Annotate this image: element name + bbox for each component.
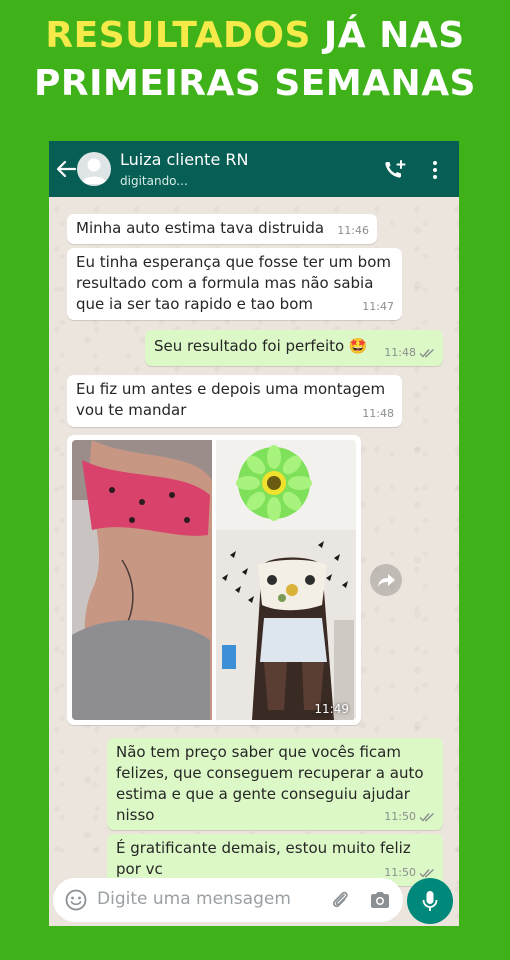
message-meta: 11:48 bbox=[384, 342, 435, 363]
message-bubble-incoming[interactable]: Eu fiz um antes e depois uma montagem vo… bbox=[67, 375, 402, 427]
before-after-photo[interactable] bbox=[72, 440, 356, 720]
message-text: Eu fiz um antes e depois uma montagem vo… bbox=[76, 380, 386, 419]
mic-icon bbox=[422, 891, 438, 911]
emoji-icon[interactable] bbox=[65, 889, 87, 911]
headline-accent: RESULTADOS bbox=[45, 15, 311, 56]
attach-icon[interactable] bbox=[329, 889, 351, 911]
forward-button[interactable] bbox=[370, 564, 402, 596]
headline-line-2: PRIMEIRAS SEMANAS bbox=[34, 63, 476, 104]
message-time: 11:47 bbox=[362, 300, 394, 313]
mic-button[interactable] bbox=[407, 878, 453, 924]
headline-line-1-rest: JÁ NAS bbox=[310, 15, 465, 56]
message-bubble-incoming[interactable]: Eu tinha esperança que fosse ter um bom … bbox=[67, 248, 402, 320]
forward-icon bbox=[378, 574, 395, 587]
message-meta: 11:50 bbox=[384, 806, 435, 827]
chat-header: Luiza cliente RN digitando... bbox=[49, 141, 459, 197]
chat-screenshot: Luiza cliente RN digitando... Minha auto… bbox=[49, 141, 459, 926]
message-meta: 11:48 bbox=[362, 403, 394, 424]
more-vert-icon[interactable] bbox=[429, 159, 441, 181]
add-call-icon[interactable] bbox=[383, 159, 407, 181]
message-time: 11:46 bbox=[337, 224, 369, 237]
promo-headline: RESULTADOS JÁ NAS PRIMEIRAS SEMANAS bbox=[0, 12, 510, 108]
back-arrow-icon[interactable] bbox=[55, 159, 77, 179]
camera-icon[interactable] bbox=[369, 889, 391, 911]
message-time: 11:50 bbox=[384, 810, 416, 823]
message-bubble-outgoing[interactable]: Não tem preço saber que vocês ficam feli… bbox=[107, 738, 443, 830]
message-meta: 11:47 bbox=[362, 296, 394, 317]
headline-line-1: RESULTADOS JÁ NAS bbox=[0, 12, 510, 60]
default-avatar-icon bbox=[81, 158, 107, 184]
message-input[interactable]: Digite uma mensagem bbox=[97, 889, 291, 909]
read-receipt-icon bbox=[419, 812, 434, 822]
contact-name[interactable]: Luiza cliente RN bbox=[120, 150, 248, 169]
message-bubble-incoming[interactable]: Minha auto estima tava distruida 11:46 bbox=[67, 214, 377, 244]
image-message[interactable]: 11:49 bbox=[67, 435, 361, 725]
message-time: 11:48 bbox=[362, 407, 394, 420]
message-time: 11:48 bbox=[384, 346, 416, 359]
message-text: Eu tinha esperança que fosse ter um bom … bbox=[76, 253, 391, 313]
message-composer: Digite uma mensagem bbox=[53, 878, 403, 922]
avatar[interactable] bbox=[77, 152, 111, 186]
message-meta: 11:46 bbox=[337, 220, 369, 241]
message-text: Minha auto estima tava distruida bbox=[76, 219, 325, 237]
message-bubble-outgoing[interactable]: Seu resultado foi perfeito 🤩 11:48 bbox=[145, 330, 443, 366]
read-receipt-icon bbox=[419, 348, 434, 358]
message-time: 11:49 bbox=[314, 702, 349, 716]
read-receipt-icon bbox=[419, 868, 434, 878]
contact-status: digitando... bbox=[120, 174, 188, 188]
